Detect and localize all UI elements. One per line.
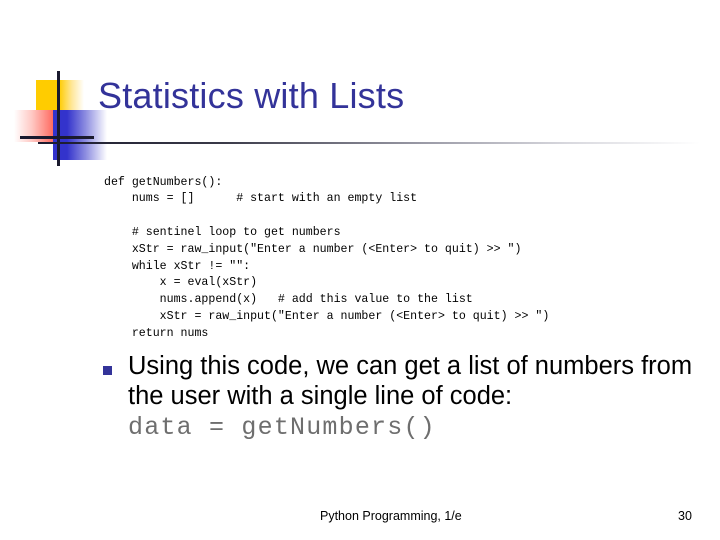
bullet-code-line: data = getNumbers() — [128, 413, 436, 442]
slide-title: Statistics with Lists — [98, 75, 405, 116]
accent-horizontal-line — [20, 136, 94, 139]
title-divider — [38, 142, 700, 144]
square-bullet-icon — [103, 366, 112, 375]
code-block: def getNumbers(): nums = [] # start with… — [104, 175, 550, 340]
bullet-text: Using this code, we can get a list of nu… — [128, 352, 708, 443]
accent-vertical-line — [57, 71, 60, 166]
bullet-text-content: Using this code, we can get a list of nu… — [128, 352, 693, 410]
slide-canvas: Statistics with Lists def getNumbers(): … — [0, 0, 720, 540]
footer-page-number: 30 — [678, 509, 692, 523]
footer-title: Python Programming, 1/e — [320, 509, 462, 523]
